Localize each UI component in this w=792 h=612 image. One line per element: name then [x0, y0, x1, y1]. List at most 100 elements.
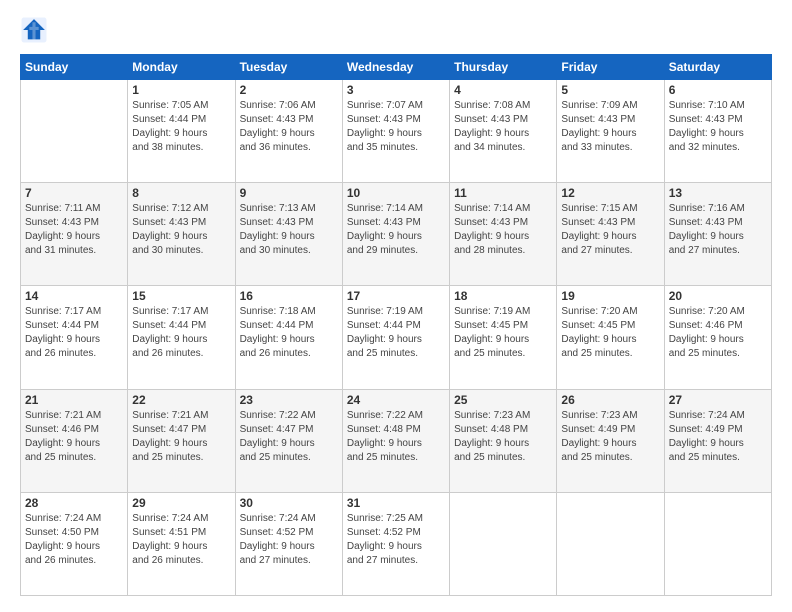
day-info: Sunrise: 7:24 AM Sunset: 4:49 PM Dayligh… [669, 409, 767, 465]
day-info: Sunrise: 7:12 AM Sunset: 4:43 PM Dayligh… [132, 202, 230, 258]
day-info: Sunrise: 7:07 AM Sunset: 4:43 PM Dayligh… [347, 99, 445, 155]
weekday-header: Friday [557, 55, 664, 80]
calendar-cell: 19 Sunrise: 7:20 AM Sunset: 4:45 PM Dayli… [557, 286, 664, 389]
day-info: Sunrise: 7:17 AM Sunset: 4:44 PM Dayligh… [132, 305, 230, 361]
calendar-cell: 21 Sunrise: 7:21 AM Sunset: 4:46 PM Dayli… [21, 389, 128, 492]
day-info: Sunrise: 7:22 AM Sunset: 4:47 PM Dayligh… [240, 409, 338, 465]
weekday-header: Thursday [450, 55, 557, 80]
calendar-cell: 14 Sunrise: 7:17 AM Sunset: 4:44 PM Dayli… [21, 286, 128, 389]
day-number: 3 [347, 83, 445, 97]
day-number: 2 [240, 83, 338, 97]
calendar-cell: 7 Sunrise: 7:11 AM Sunset: 4:43 PM Daylig… [21, 183, 128, 286]
day-info: Sunrise: 7:16 AM Sunset: 4:43 PM Dayligh… [669, 202, 767, 258]
day-info: Sunrise: 7:23 AM Sunset: 4:49 PM Dayligh… [561, 409, 659, 465]
calendar-cell: 22Sunrise: 7:21 AM Sunset: 4:47 PM Dayli… [128, 389, 235, 492]
calendar-cell: 31 Sunrise: 7:25 AM Sunset: 4:52 PM Dayli… [342, 492, 449, 595]
day-number: 10 [347, 186, 445, 200]
page: SundayMondayTuesdayWednesdayThursdayFrid… [0, 0, 792, 612]
day-info: Sunrise: 7:05 AM Sunset: 4:44 PM Dayligh… [132, 99, 230, 155]
day-info: Sunrise: 7:25 AM Sunset: 4:52 PM Dayligh… [347, 512, 445, 568]
calendar-week-row: 7 Sunrise: 7:11 AM Sunset: 4:43 PM Daylig… [21, 183, 772, 286]
calendar-cell: 24 Sunrise: 7:22 AM Sunset: 4:48 PM Dayli… [342, 389, 449, 492]
day-info: Sunrise: 7:20 AM Sunset: 4:45 PM Dayligh… [561, 305, 659, 361]
calendar-cell: 20 Sunrise: 7:20 AM Sunset: 4:46 PM Dayli… [664, 286, 771, 389]
calendar-header-row: SundayMondayTuesdayWednesdayThursdayFrid… [21, 55, 772, 80]
calendar-cell: 4Sunrise: 7:08 AM Sunset: 4:43 PM Daylig… [450, 80, 557, 183]
day-number: 15 [132, 289, 230, 303]
calendar-cell: 26Sunrise: 7:23 AM Sunset: 4:49 PM Dayli… [557, 389, 664, 492]
calendar-cell [557, 492, 664, 595]
calendar-cell: 12 Sunrise: 7:15 AM Sunset: 4:43 PM Dayli… [557, 183, 664, 286]
day-info: Sunrise: 7:22 AM Sunset: 4:48 PM Dayligh… [347, 409, 445, 465]
weekday-header: Monday [128, 55, 235, 80]
day-number: 19 [561, 289, 659, 303]
calendar-week-row: 1 Sunrise: 7:05 AM Sunset: 4:44 PM Daylig… [21, 80, 772, 183]
day-number: 29 [132, 496, 230, 510]
day-number: 9 [240, 186, 338, 200]
day-number: 17 [347, 289, 445, 303]
day-number: 8 [132, 186, 230, 200]
day-number: 4 [454, 83, 552, 97]
calendar-cell: 18 Sunrise: 7:19 AM Sunset: 4:45 PM Dayli… [450, 286, 557, 389]
calendar-cell: 9 Sunrise: 7:13 AM Sunset: 4:43 PM Daylig… [235, 183, 342, 286]
day-number: 27 [669, 393, 767, 407]
day-info: Sunrise: 7:14 AM Sunset: 4:43 PM Dayligh… [347, 202, 445, 258]
calendar-cell: 15 Sunrise: 7:17 AM Sunset: 4:44 PM Dayli… [128, 286, 235, 389]
day-number: 20 [669, 289, 767, 303]
day-number: 5 [561, 83, 659, 97]
day-info: Sunrise: 7:17 AM Sunset: 4:44 PM Dayligh… [25, 305, 123, 361]
day-number: 16 [240, 289, 338, 303]
header [20, 16, 772, 44]
calendar-cell [450, 492, 557, 595]
calendar-cell: 17 Sunrise: 7:19 AM Sunset: 4:44 PM Dayli… [342, 286, 449, 389]
day-info: Sunrise: 7:10 AM Sunset: 4:43 PM Dayligh… [669, 99, 767, 155]
day-info: Sunrise: 7:21 AM Sunset: 4:47 PM Dayligh… [132, 409, 230, 465]
day-info: Sunrise: 7:24 AM Sunset: 4:52 PM Dayligh… [240, 512, 338, 568]
calendar-cell: 2Sunrise: 7:06 AM Sunset: 4:43 PM Daylig… [235, 80, 342, 183]
day-number: 31 [347, 496, 445, 510]
calendar-cell: 11Sunrise: 7:14 AM Sunset: 4:43 PM Dayli… [450, 183, 557, 286]
logo [20, 16, 52, 44]
day-info: Sunrise: 7:24 AM Sunset: 4:51 PM Dayligh… [132, 512, 230, 568]
calendar-table: SundayMondayTuesdayWednesdayThursdayFrid… [20, 54, 772, 596]
day-number: 23 [240, 393, 338, 407]
calendar-cell: 25Sunrise: 7:23 AM Sunset: 4:48 PM Dayli… [450, 389, 557, 492]
day-number: 7 [25, 186, 123, 200]
day-number: 12 [561, 186, 659, 200]
day-info: Sunrise: 7:19 AM Sunset: 4:45 PM Dayligh… [454, 305, 552, 361]
day-number: 13 [669, 186, 767, 200]
day-info: Sunrise: 7:24 AM Sunset: 4:50 PM Dayligh… [25, 512, 123, 568]
calendar-cell: 6Sunrise: 7:10 AM Sunset: 4:43 PM Daylig… [664, 80, 771, 183]
day-info: Sunrise: 7:19 AM Sunset: 4:44 PM Dayligh… [347, 305, 445, 361]
day-info: Sunrise: 7:15 AM Sunset: 4:43 PM Dayligh… [561, 202, 659, 258]
logo-icon [20, 16, 48, 44]
weekday-header: Saturday [664, 55, 771, 80]
calendar-cell: 5 Sunrise: 7:09 AM Sunset: 4:43 PM Daylig… [557, 80, 664, 183]
day-number: 1 [132, 83, 230, 97]
calendar-cell: 3 Sunrise: 7:07 AM Sunset: 4:43 PM Daylig… [342, 80, 449, 183]
day-number: 25 [454, 393, 552, 407]
day-number: 11 [454, 186, 552, 200]
day-number: 21 [25, 393, 123, 407]
calendar-cell: 28 Sunrise: 7:24 AM Sunset: 4:50 PM Dayli… [21, 492, 128, 595]
day-info: Sunrise: 7:20 AM Sunset: 4:46 PM Dayligh… [669, 305, 767, 361]
day-info: Sunrise: 7:13 AM Sunset: 4:43 PM Dayligh… [240, 202, 338, 258]
day-number: 28 [25, 496, 123, 510]
calendar-cell: 13 Sunrise: 7:16 AM Sunset: 4:43 PM Dayli… [664, 183, 771, 286]
calendar-cell: 8 Sunrise: 7:12 AM Sunset: 4:43 PM Daylig… [128, 183, 235, 286]
day-number: 18 [454, 289, 552, 303]
day-number: 30 [240, 496, 338, 510]
day-info: Sunrise: 7:21 AM Sunset: 4:46 PM Dayligh… [25, 409, 123, 465]
day-number: 14 [25, 289, 123, 303]
calendar-cell: 1 Sunrise: 7:05 AM Sunset: 4:44 PM Daylig… [128, 80, 235, 183]
calendar-cell [664, 492, 771, 595]
day-info: Sunrise: 7:11 AM Sunset: 4:43 PM Dayligh… [25, 202, 123, 258]
day-info: Sunrise: 7:18 AM Sunset: 4:44 PM Dayligh… [240, 305, 338, 361]
weekday-header: Wednesday [342, 55, 449, 80]
weekday-header: Tuesday [235, 55, 342, 80]
day-number: 24 [347, 393, 445, 407]
weekday-header: Sunday [21, 55, 128, 80]
calendar-cell: 29 Sunrise: 7:24 AM Sunset: 4:51 PM Dayli… [128, 492, 235, 595]
calendar-cell: 30 Sunrise: 7:24 AM Sunset: 4:52 PM Dayli… [235, 492, 342, 595]
day-info: Sunrise: 7:09 AM Sunset: 4:43 PM Dayligh… [561, 99, 659, 155]
